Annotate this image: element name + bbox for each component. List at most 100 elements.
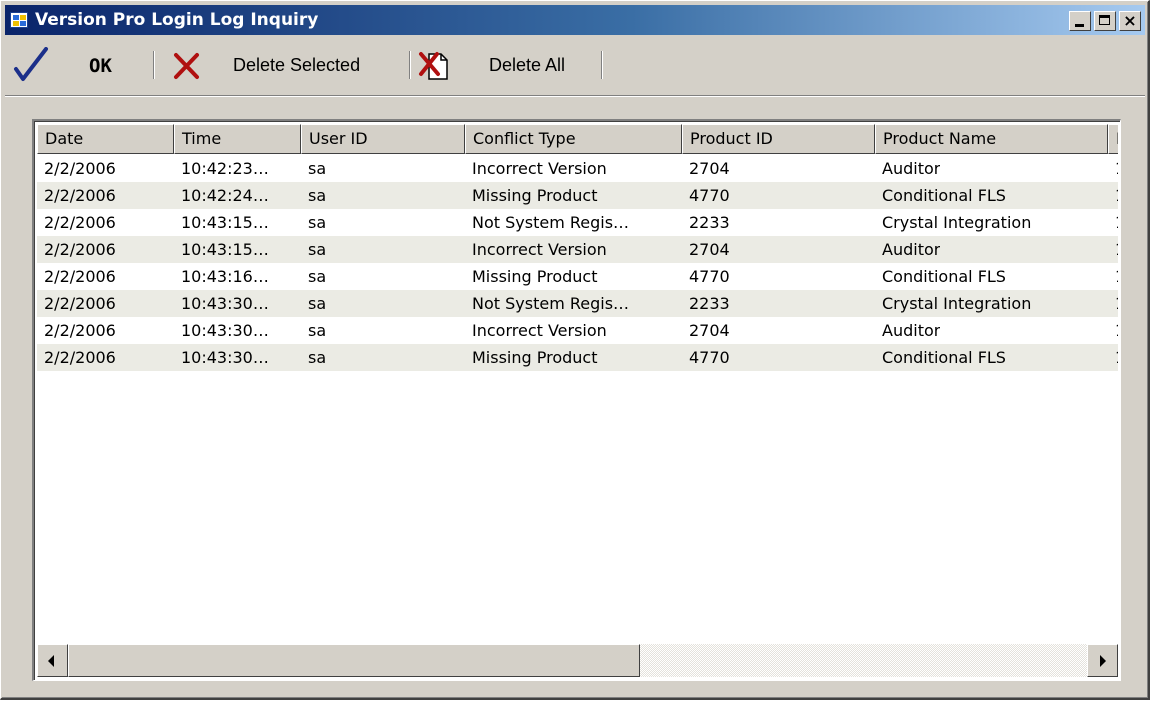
app-icon-block (20, 15, 26, 20)
cell-m: 1 (1115, 290, 1118, 317)
delete-selected-button[interactable]: Delete Selected (165, 45, 385, 85)
cell-date: 2/2/2006 (44, 240, 116, 259)
cell-product-id: 2704 (689, 240, 730, 259)
cell-date: 2/2/2006 (44, 186, 116, 205)
cell-user-id: sa (308, 348, 327, 367)
cell-date: 2/2/2006 (44, 159, 116, 178)
cell-product-name: Auditor (882, 159, 941, 178)
cell-conflict-type: Missing Product (472, 186, 598, 205)
cell-m: 1 (1115, 344, 1118, 371)
cell-m: 1 (1115, 155, 1118, 182)
cell-product-name: Conditional FLS (882, 267, 1006, 286)
cell-time: 10:43:30… (181, 294, 269, 313)
cell-product-name: Crystal Integration (882, 213, 1032, 232)
checkmark-icon (14, 47, 48, 81)
cell-product-name: Auditor (882, 321, 941, 340)
close-button[interactable]: × (1119, 11, 1141, 31)
ok-label: OK (89, 55, 112, 77)
cell-time: 10:43:30… (181, 348, 269, 367)
delete-all-label: Delete All (489, 55, 566, 75)
column-header-conflict-type[interactable]: Conflict Type (465, 124, 682, 154)
cell-user-id: sa (308, 294, 327, 313)
toolbar-separator (409, 51, 411, 79)
cell-user-id: sa (308, 186, 327, 205)
table-row[interactable]: 2/2/2006 10:43:30… sa Incorrect Version 2704… (37, 317, 1118, 344)
cell-product-id: 4770 (689, 348, 730, 367)
delete-selected-label: Delete Selected (233, 55, 361, 75)
table-row[interactable]: 2/2/2006 10:43:30… sa Not System Regis… 2233… (37, 290, 1118, 317)
cell-product-id: 2704 (689, 321, 730, 340)
toolbar-divider (5, 96, 1145, 97)
table-row[interactable]: 2/2/2006 10:43:16… sa Missing Product 4770 Co… (37, 263, 1118, 290)
app-icon-block (13, 15, 19, 20)
cell-product-name: Conditional FLS (882, 348, 1006, 367)
table-row[interactable]: 2/2/2006 10:43:15… sa Not System Regis… 2233… (37, 209, 1118, 236)
cell-time: 10:42:24… (181, 186, 269, 205)
toolbar: OK Delete Selected Delete All (5, 37, 1145, 97)
cell-m: 1 (1115, 263, 1118, 290)
app-icon[interactable] (10, 12, 28, 28)
scrollbar-thumb[interactable] (68, 644, 640, 677)
cell-product-name: Conditional FLS (882, 186, 1006, 205)
table-row[interactable]: 2/2/2006 10:42:23… sa Incorrect Version 2704… (37, 155, 1118, 182)
cell-user-id: sa (308, 240, 327, 259)
app-window: Version Pro Login Log Inquiry × OK Delet… (0, 0, 1150, 700)
cell-m: 1 (1115, 236, 1118, 263)
horizontal-scrollbar[interactable] (37, 644, 1118, 677)
delete-document-icon (419, 52, 448, 80)
cell-date: 2/2/2006 (44, 348, 116, 367)
log-list-view[interactable]: Date Time User ID Conflict Type Product … (32, 119, 1121, 681)
maximize-button[interactable] (1094, 11, 1116, 31)
cell-time: 10:42:23… (181, 159, 269, 178)
table-row[interactable]: 2/2/2006 10:43:30… sa Missing Product 4770 Co… (37, 344, 1118, 371)
cell-date: 2/2/2006 (44, 321, 116, 340)
cell-product-id: 2704 (689, 159, 730, 178)
cell-m: 1 (1115, 182, 1118, 209)
cell-conflict-type: Incorrect Version (472, 159, 607, 178)
close-icon: × (1123, 11, 1137, 30)
cell-conflict-type: Incorrect Version (472, 321, 607, 340)
cell-conflict-type: Incorrect Version (472, 240, 607, 259)
column-header-product-id[interactable]: Product ID (682, 124, 875, 154)
cell-user-id: sa (308, 213, 327, 232)
column-header-user-id[interactable]: User ID (301, 124, 465, 154)
title-bar[interactable]: Version Pro Login Log Inquiry × (5, 5, 1145, 35)
column-header-time[interactable]: Time (174, 124, 301, 154)
list-viewport: Date Time User ID Conflict Type Product … (37, 124, 1118, 642)
cell-date: 2/2/2006 (44, 213, 116, 232)
cell-conflict-type: Not System Regis… (472, 213, 630, 232)
window-title: Version Pro Login Log Inquiry (35, 10, 319, 30)
cell-date: 2/2/2006 (44, 267, 116, 286)
app-icon-block (13, 21, 19, 26)
column-header-m[interactable]: M (1108, 124, 1118, 154)
cell-time: 10:43:16… (181, 267, 269, 286)
cell-user-id: sa (308, 321, 327, 340)
cell-user-id: sa (308, 159, 327, 178)
cell-user-id: sa (308, 267, 327, 286)
ok-button[interactable]: OK (7, 45, 123, 85)
cell-product-id: 2233 (689, 213, 730, 232)
cell-conflict-type: Missing Product (472, 267, 598, 286)
table-row[interactable]: 2/2/2006 10:43:15… sa Incorrect Version 2704… (37, 236, 1118, 263)
cell-time: 10:43:15… (181, 240, 269, 259)
cell-conflict-type: Missing Product (472, 348, 598, 367)
table-row[interactable]: 2/2/2006 10:42:24… sa Missing Product 4770 Co… (37, 182, 1118, 209)
cell-m: 1 (1115, 209, 1118, 236)
scroll-left-arrow-icon[interactable] (37, 644, 68, 677)
cell-product-id: 4770 (689, 267, 730, 286)
cell-date: 2/2/2006 (44, 294, 116, 313)
cell-product-name: Auditor (882, 240, 941, 259)
scroll-right-arrow-icon[interactable] (1087, 644, 1118, 677)
toolbar-separator (601, 51, 603, 79)
cell-conflict-type: Not System Regis… (472, 294, 630, 313)
column-header-date[interactable]: Date (37, 124, 174, 154)
cell-time: 10:43:15… (181, 213, 269, 232)
cell-m: 1 (1115, 317, 1118, 344)
toolbar-separator (153, 51, 155, 79)
red-x-icon (174, 53, 199, 79)
minimize-button[interactable] (1069, 11, 1091, 31)
column-header-product-name[interactable]: Product Name (875, 124, 1108, 154)
cell-product-id: 2233 (689, 294, 730, 313)
cell-product-name: Crystal Integration (882, 294, 1032, 313)
delete-all-button[interactable]: Delete All (413, 45, 593, 85)
